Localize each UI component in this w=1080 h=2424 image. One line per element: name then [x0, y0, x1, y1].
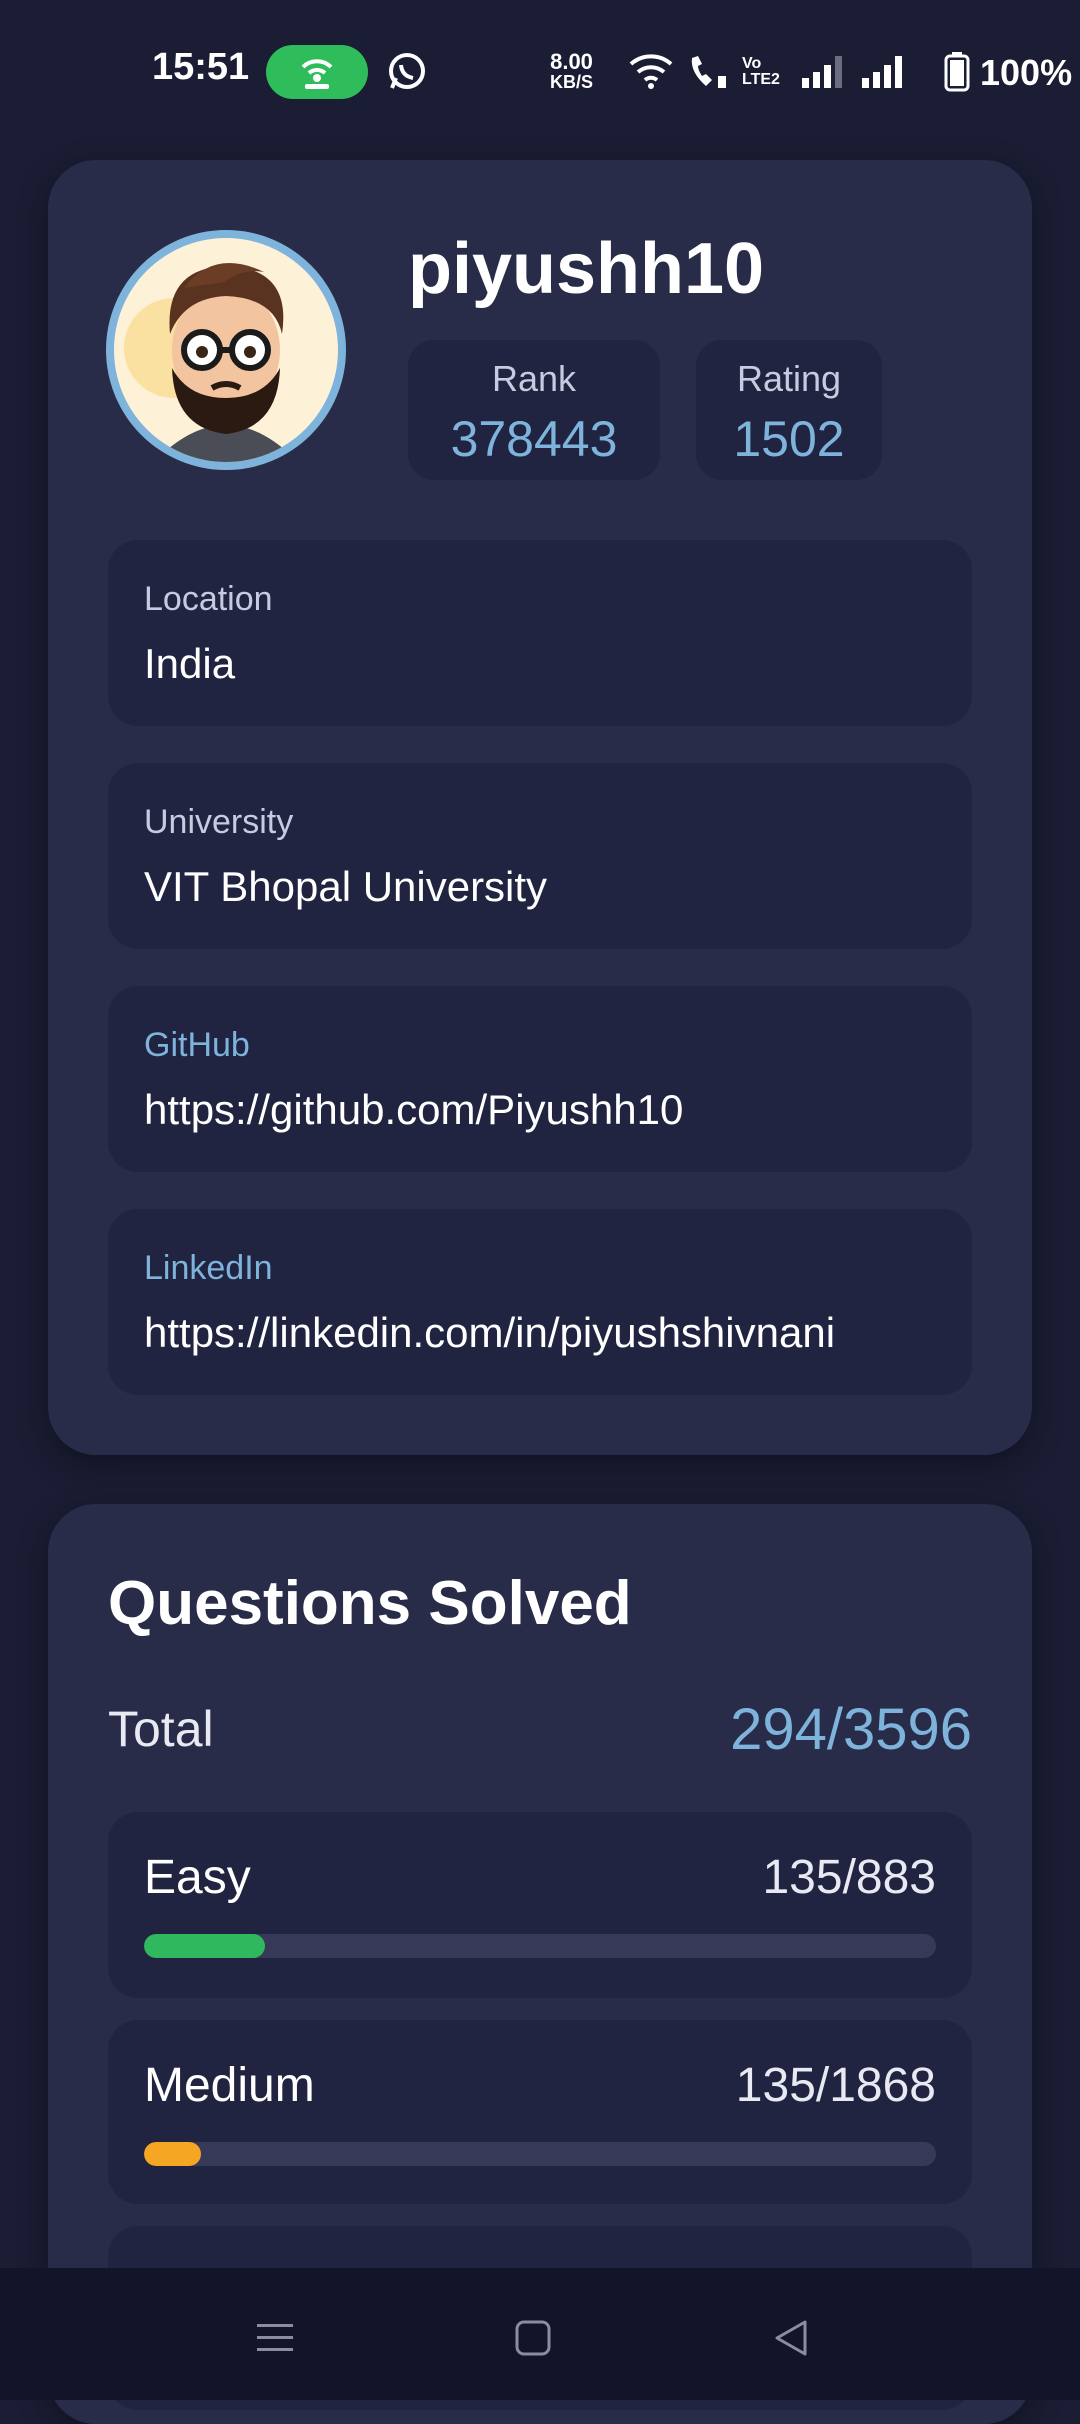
wifi-icon: [628, 52, 674, 97]
battery-icon: [944, 52, 970, 97]
hotspot-icon: [266, 45, 368, 99]
avatar: [106, 230, 346, 470]
questions-title: Questions Solved: [108, 1569, 632, 1638]
medium-label: Medium: [144, 2059, 315, 2112]
github-box[interactable]: GitHub https://github.com/Piyushh10: [108, 986, 972, 1172]
rating-label: Rating: [736, 358, 842, 399]
wifi-call-icon: [686, 52, 732, 97]
rating-stat: Rating 1502: [696, 340, 882, 480]
easy-label: Easy: [144, 1851, 251, 1904]
rank-label: Rank: [491, 358, 577, 399]
signal-icon: [860, 52, 904, 97]
linkedin-link[interactable]: https://linkedin.com/in/piyushshivnani: [144, 1309, 835, 1357]
university-value: VIT Bhopal University: [144, 863, 548, 910]
whatsapp-icon: [386, 50, 428, 92]
easy-progress-fill: [144, 1934, 266, 1958]
total-label: Total: [108, 1701, 214, 1757]
linkedin-box[interactable]: LinkedIn https://linkedin.com/in/piyushs…: [108, 1209, 972, 1395]
avatar-illustration-icon: [114, 238, 338, 462]
status-bar: 15:51 8.00 KB/S Vo LTE2 100%: [0, 0, 1080, 150]
profile-card: piyushh10 Rank 378443 Rating 1502 Locati…: [48, 160, 1032, 1455]
net-speed-unit: KB/S: [550, 72, 594, 92]
back-triangle-icon[interactable]: [761, 2308, 821, 2368]
medium-progress-track: [144, 2142, 936, 2166]
home-square-icon[interactable]: [503, 2308, 563, 2368]
easy-box: Easy 135/883: [108, 1812, 972, 1998]
menu-icon[interactable]: [245, 2308, 305, 2368]
total-value: 294/3596: [730, 1697, 972, 1762]
volte-icon: Vo LTE2: [742, 55, 780, 88]
github-link[interactable]: https://github.com/Piyushh10: [144, 1086, 683, 1134]
rating-value: 1502: [733, 411, 845, 467]
linkedin-label: LinkedIn: [144, 1249, 273, 1287]
navigation-bar: [0, 2268, 1080, 2400]
university-box: University VIT Bhopal University: [108, 763, 972, 949]
location-value: India: [144, 640, 236, 687]
net-speed: 8.00 KB/S: [550, 49, 594, 93]
battery-percent: 100%: [980, 52, 1073, 93]
signal-icon: [800, 52, 844, 97]
location-box: Location India: [108, 540, 972, 726]
status-icons: 8.00 KB/S Vo LTE2 100%: [520, 0, 1080, 150]
rank-value: 378443: [450, 411, 618, 467]
github-label: GitHub: [144, 1026, 250, 1064]
medium-value: 135/1868: [735, 2059, 936, 2112]
username: piyushh10: [408, 229, 765, 309]
university-label: University: [144, 803, 294, 841]
net-speed-value: 8.00: [550, 49, 593, 74]
medium-progress-fill: [144, 2142, 202, 2166]
medium-box: Medium 135/1868: [108, 2020, 972, 2204]
location-label: Location: [144, 580, 273, 618]
easy-value: 135/883: [762, 1851, 936, 1904]
status-time: 15:51: [152, 46, 250, 88]
rank-stat: Rank 378443: [408, 340, 660, 480]
easy-progress-track: [144, 1934, 936, 1958]
